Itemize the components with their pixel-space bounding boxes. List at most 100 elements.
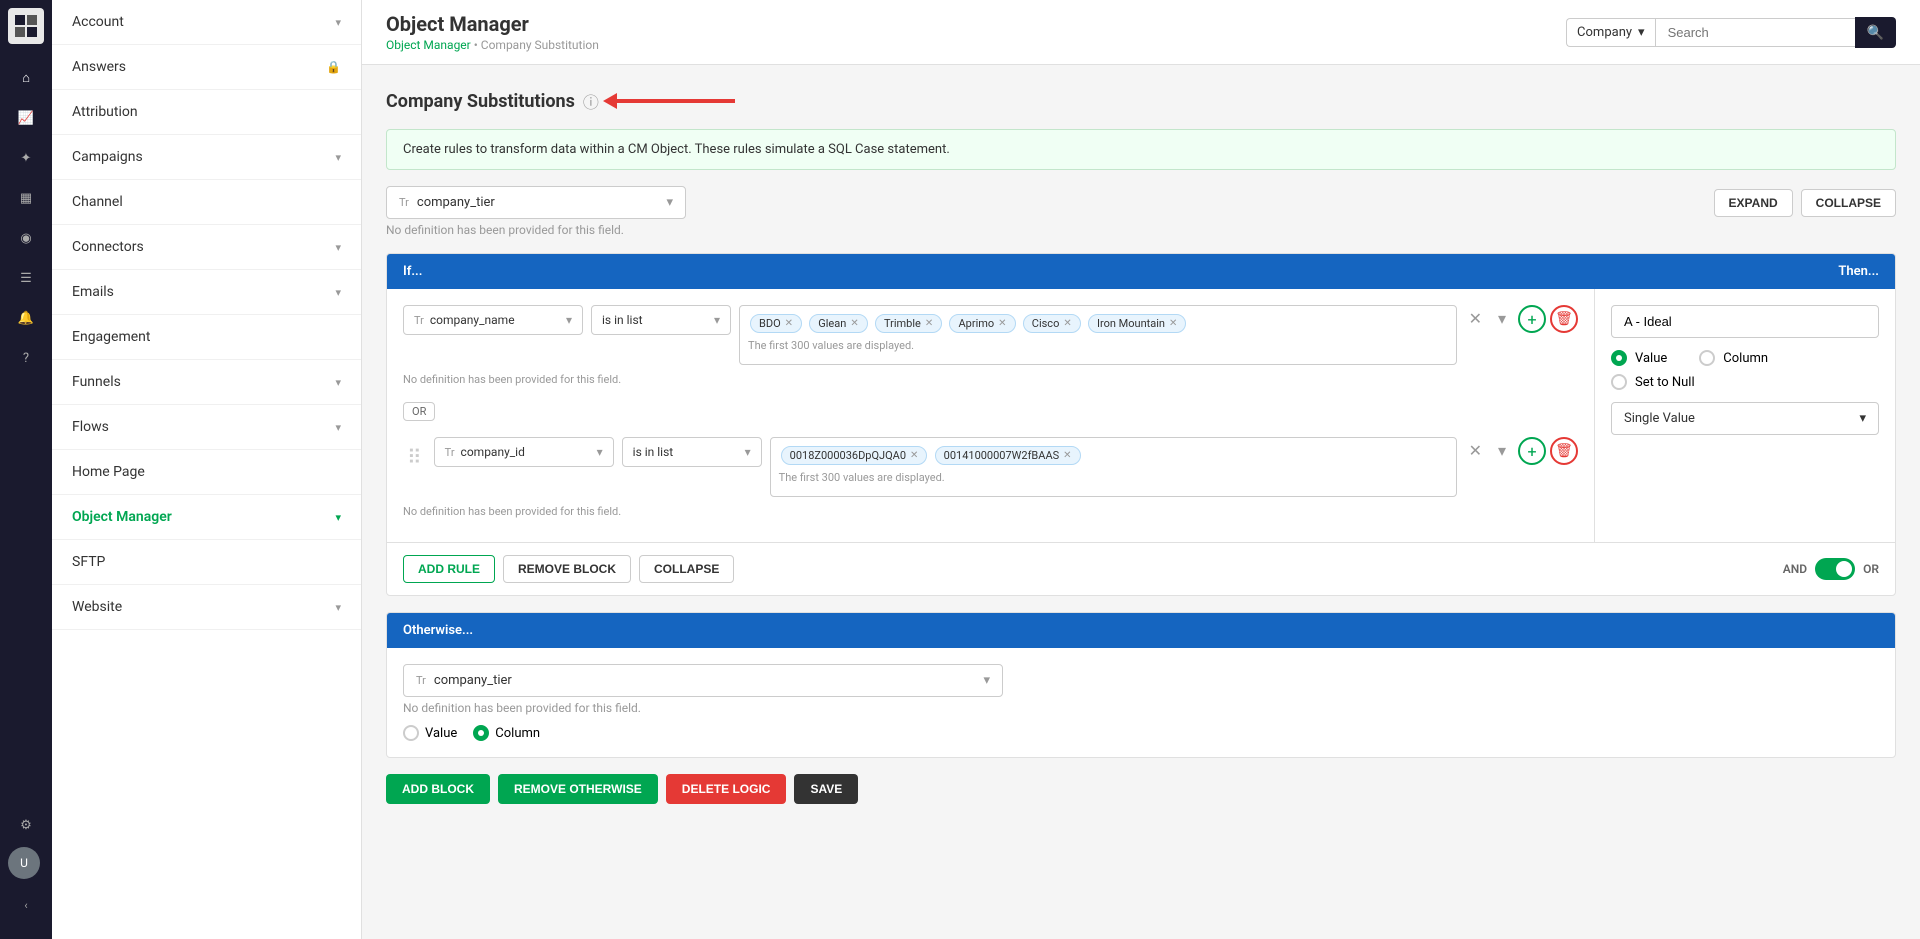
chevron-down-icon: ▾ xyxy=(745,445,751,459)
sidebar-item-campaigns-label: Campaigns xyxy=(72,149,143,165)
drag-handle-icon[interactable]: ⠿ xyxy=(403,437,426,477)
home-icon[interactable]: ⌂ xyxy=(8,60,44,96)
app-logo xyxy=(8,8,44,44)
remove-condition2-button[interactable]: 🗑 xyxy=(1550,437,1578,465)
remove-block-button[interactable]: REMOVE BLOCK xyxy=(503,555,631,583)
bar-chart-icon[interactable]: ▦ xyxy=(8,180,44,216)
collapse-button[interactable]: COLLAPSE xyxy=(1801,189,1896,217)
rule-block-header: If... Then... xyxy=(387,254,1895,289)
field-type-icon: Tr xyxy=(414,314,424,327)
strip-collapse-icon[interactable]: ‹ xyxy=(8,887,44,923)
sidebar-item-campaigns[interactable]: Campaigns ▾ xyxy=(52,135,361,180)
sidebar-item-sftp[interactable]: SFTP xyxy=(52,540,361,585)
sidebar-item-funnels-label: Funnels xyxy=(72,374,121,390)
sidebar-item-objectmanager[interactable]: Object Manager ▾ xyxy=(52,495,361,540)
field-dropdown[interactable]: Tr company_tier ▾ xyxy=(386,186,686,219)
chevron-down-icon: ▾ xyxy=(1638,25,1645,40)
question-icon[interactable]: ? xyxy=(8,340,44,376)
attribution-icon[interactable]: ✦ xyxy=(8,140,44,176)
sidebar-item-homepage[interactable]: Home Page xyxy=(52,450,361,495)
add-rule-button[interactable]: ADD RULE xyxy=(403,555,495,583)
clear-values2-icon[interactable]: ✕ xyxy=(1465,437,1486,464)
field-type-icon: Tr xyxy=(416,674,426,687)
radio-value-button[interactable] xyxy=(1611,350,1627,366)
tag-remove-icon[interactable]: ✕ xyxy=(850,318,858,329)
sidebar-item-website[interactable]: Website ▾ xyxy=(52,585,361,630)
tag-remove-icon[interactable]: ✕ xyxy=(785,318,793,329)
sidebar-item-engagement-label: Engagement xyxy=(72,329,150,345)
field-type-icon: Tr xyxy=(445,446,455,459)
sidebar-item-flows-label: Flows xyxy=(72,419,109,435)
analytics-icon[interactable]: 📈 xyxy=(8,100,44,136)
otherwise-value-label: Value xyxy=(425,726,457,741)
sidebar-item-sftp-label: SFTP xyxy=(72,554,105,570)
condition2-field-dropdown[interactable]: Tr company_id ▾ xyxy=(434,437,614,467)
sidebar-item-account[interactable]: Account ▾ xyxy=(52,0,361,45)
tag-remove-icon[interactable]: ✕ xyxy=(1169,318,1177,329)
sidebar-item-flows[interactable]: Flows ▾ xyxy=(52,405,361,450)
chevron-down-icon: ▾ xyxy=(597,445,603,459)
bell-icon[interactable]: 🔔 xyxy=(8,300,44,336)
condition1-op-dropdown[interactable]: is in list ▾ xyxy=(591,305,731,335)
add-block-button[interactable]: ADD BLOCK xyxy=(386,774,490,804)
sidebar-item-emails[interactable]: Emails ▾ xyxy=(52,270,361,315)
page-title: Object Manager xyxy=(386,12,599,36)
search-input[interactable] xyxy=(1655,18,1855,47)
condition1-field-dropdown[interactable]: Tr company_name ▾ xyxy=(403,305,583,335)
chevron-down-icon: ▾ xyxy=(335,241,341,254)
add-condition-button[interactable]: + xyxy=(1518,305,1546,333)
sidebar-item-answers[interactable]: Answers 🔒 xyxy=(52,45,361,90)
scroll-down2-icon[interactable]: ▾ xyxy=(1494,437,1510,464)
single-value-dropdown[interactable]: Single Value ▾ xyxy=(1611,402,1879,435)
sidebar-item-funnels[interactable]: Funnels ▾ xyxy=(52,360,361,405)
tag-remove-icon[interactable]: ✕ xyxy=(1063,318,1071,329)
remove-otherwise-button[interactable]: REMOVE OTHERWISE xyxy=(498,774,658,804)
single-value-label: Single Value xyxy=(1624,411,1695,426)
sidebar-item-answers-label: Answers xyxy=(72,59,126,75)
expand-button[interactable]: EXPAND xyxy=(1714,189,1793,217)
then-value-input[interactable] xyxy=(1611,305,1879,338)
breadcrumb: Object Manager • Company Substitution xyxy=(386,38,599,52)
sidebar-item-channel[interactable]: Channel xyxy=(52,180,361,225)
collapse-block-button[interactable]: COLLAPSE xyxy=(639,555,734,583)
tag-remove-icon[interactable]: ✕ xyxy=(1063,450,1071,461)
chevron-down-icon: ▾ xyxy=(335,511,341,524)
radio-null-button[interactable] xyxy=(1611,374,1627,390)
map-icon[interactable]: ◉ xyxy=(8,220,44,256)
otherwise-field-dropdown[interactable]: Tr company_tier ▾ xyxy=(403,664,1003,697)
add-condition2-button[interactable]: + xyxy=(1518,437,1546,465)
top-header: Object Manager Object Manager • Company … xyxy=(362,0,1920,65)
remove-condition-button[interactable]: 🗑 xyxy=(1550,305,1578,333)
condition2-operator: is in list xyxy=(633,445,674,459)
chevron-down-icon: ▾ xyxy=(566,313,572,327)
otherwise-header: Otherwise... xyxy=(387,613,1895,648)
tag-aprimo: Aprimo ✕ xyxy=(949,314,1015,333)
list-icon[interactable]: ☰ xyxy=(8,260,44,296)
clear-values-icon[interactable]: ✕ xyxy=(1465,305,1486,332)
scroll-down-icon[interactable]: ▾ xyxy=(1494,305,1510,332)
sidebar-item-attribution[interactable]: Attribution xyxy=(52,90,361,135)
tag-remove-icon[interactable]: ✕ xyxy=(910,450,918,461)
save-button[interactable]: SAVE xyxy=(794,774,858,804)
condition2-op-dropdown[interactable]: is in list ▾ xyxy=(622,437,762,467)
and-or-toggle-switch[interactable] xyxy=(1815,558,1855,580)
search-button[interactable]: 🔍 xyxy=(1855,17,1896,48)
sidebar: Account ▾ Answers 🔒 Attribution Campaign… xyxy=(52,0,362,939)
tag-remove-icon[interactable]: ✕ xyxy=(998,318,1006,329)
condition1-actions: + 🗑 xyxy=(1518,305,1578,333)
otherwise-radio-value[interactable] xyxy=(403,725,419,741)
breadcrumb-link[interactable]: Object Manager xyxy=(386,38,471,52)
radio-null-row: Set to Null xyxy=(1611,374,1879,390)
values-hint: The first 300 values are displayed. xyxy=(748,339,1448,352)
avatar[interactable]: U xyxy=(8,847,40,879)
delete-logic-button[interactable]: DELETE LOGIC xyxy=(666,774,787,804)
tag-remove-icon[interactable]: ✕ xyxy=(925,318,933,329)
sidebar-item-engagement[interactable]: Engagement xyxy=(52,315,361,360)
radio-null-label: Set to Null xyxy=(1635,375,1695,390)
search-object-dropdown[interactable]: Company ▾ xyxy=(1566,18,1655,47)
info-icon[interactable]: ⓘ xyxy=(583,89,599,113)
sidebar-item-connectors[interactable]: Connectors ▾ xyxy=(52,225,361,270)
radio-column-button[interactable] xyxy=(1699,350,1715,366)
gear-icon[interactable]: ⚙ xyxy=(8,807,44,843)
otherwise-radio-column[interactable] xyxy=(473,725,489,741)
